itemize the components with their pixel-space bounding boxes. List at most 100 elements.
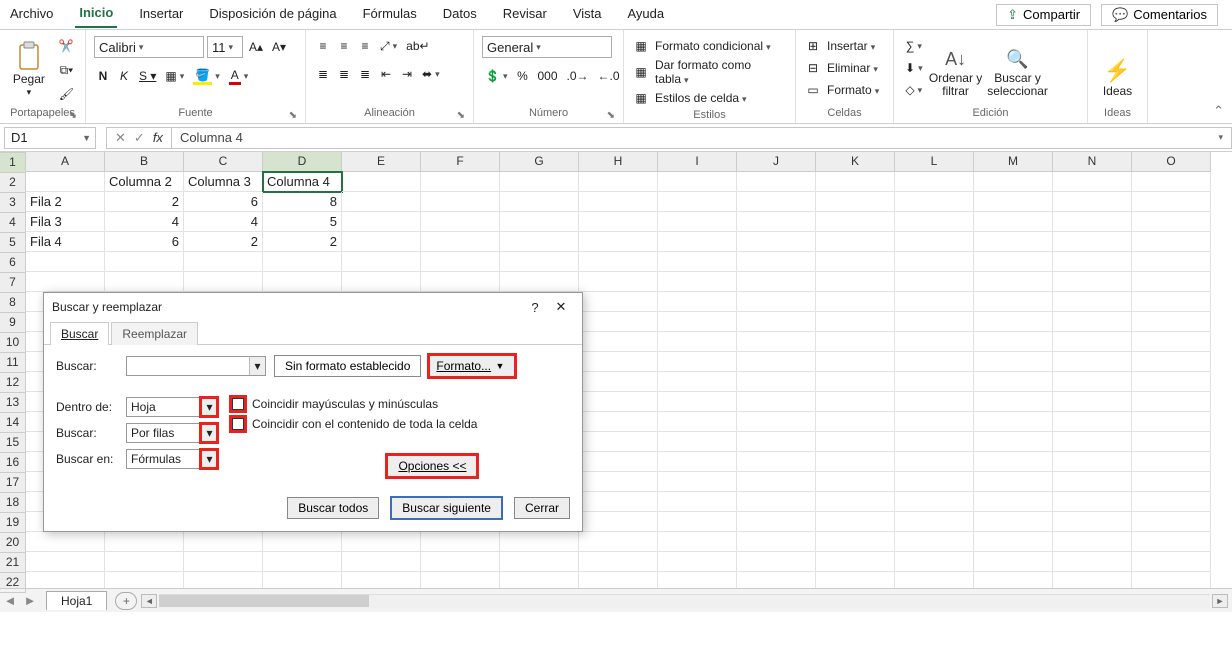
cell-I15[interactable] (658, 452, 737, 472)
cell-M6[interactable] (974, 272, 1053, 292)
cell-L14[interactable] (895, 432, 974, 452)
comments-button[interactable]: 💬 Comentarios (1101, 4, 1218, 26)
cell-G21[interactable] (500, 572, 579, 588)
collapse-ribbon-button[interactable]: ⌃ (1213, 103, 1224, 119)
cell-H11[interactable] (579, 372, 658, 392)
row-header-16[interactable]: 16 (0, 453, 26, 473)
col-header-B[interactable]: B (105, 152, 184, 172)
cell-L8[interactable] (895, 312, 974, 332)
cell-H14[interactable] (579, 432, 658, 452)
cell-K7[interactable] (816, 292, 895, 312)
cell-N7[interactable] (1053, 292, 1132, 312)
bold-button[interactable]: N (94, 66, 112, 86)
cell-O2[interactable] (1132, 192, 1211, 212)
cell-O9[interactable] (1132, 332, 1211, 352)
cell-M20[interactable] (974, 552, 1053, 572)
cell-N11[interactable] (1053, 372, 1132, 392)
cell-E20[interactable] (342, 552, 421, 572)
cell-A20[interactable] (26, 552, 105, 572)
tab-formulas[interactable]: Fórmulas (359, 2, 421, 27)
cell-K2[interactable] (816, 192, 895, 212)
cell-I11[interactable] (658, 372, 737, 392)
fill-color-button[interactable]: 🪣 (190, 66, 222, 86)
horizontal-scrollbar[interactable]: ◄ ► (137, 594, 1232, 608)
cell-K16[interactable] (816, 472, 895, 492)
cell-L2[interactable] (895, 192, 974, 212)
fill-button[interactable]: ⬇ (902, 58, 926, 78)
cell-G20[interactable] (500, 552, 579, 572)
cell-C19[interactable] (184, 532, 263, 552)
cell-F4[interactable] (421, 232, 500, 252)
cell-L1[interactable] (895, 172, 974, 192)
cell-A6[interactable] (26, 272, 105, 292)
cell-I19[interactable] (658, 532, 737, 552)
cell-B4[interactable]: 6 (105, 232, 184, 252)
row-header-3[interactable]: 3 (0, 193, 26, 213)
cell-C20[interactable] (184, 552, 263, 572)
cell-K13[interactable] (816, 412, 895, 432)
cell-O10[interactable] (1132, 352, 1211, 372)
cell-M18[interactable] (974, 512, 1053, 532)
cell-I12[interactable] (658, 392, 737, 412)
cell-E19[interactable] (342, 532, 421, 552)
cell-H21[interactable] (579, 572, 658, 588)
find-select-button[interactable]: 🔍 Buscar y seleccionar (986, 34, 1050, 98)
italic-button[interactable]: K (115, 66, 133, 86)
cell-M8[interactable] (974, 312, 1053, 332)
cell-K11[interactable] (816, 372, 895, 392)
percent-button[interactable]: % (513, 66, 531, 86)
cell-N5[interactable] (1053, 252, 1132, 272)
searchby-select[interactable]: Por filas ▾ (126, 423, 218, 443)
cell-H10[interactable] (579, 352, 658, 372)
cell-G5[interactable] (500, 252, 579, 272)
cell-E5[interactable] (342, 252, 421, 272)
clear-button[interactable]: ◇ (902, 80, 926, 100)
cell-K9[interactable] (816, 332, 895, 352)
cell-M3[interactable] (974, 212, 1053, 232)
cell-M4[interactable] (974, 232, 1053, 252)
col-header-N[interactable]: N (1053, 152, 1132, 172)
cell-H17[interactable] (579, 492, 658, 512)
cell-M19[interactable] (974, 532, 1053, 552)
cell-J9[interactable] (737, 332, 816, 352)
cell-O11[interactable] (1132, 372, 1211, 392)
sheet-tab-1[interactable]: Hoja1 (46, 591, 107, 610)
font-launcher[interactable]: ⬊ (289, 110, 297, 121)
scroll-left-button[interactable]: ◄ (141, 594, 157, 608)
lookin-dropdown-icon[interactable]: ▾ (201, 450, 217, 468)
cell-G2[interactable] (500, 192, 579, 212)
cell-L10[interactable] (895, 352, 974, 372)
tab-layout[interactable]: Disposición de página (205, 2, 340, 27)
ideas-button[interactable]: ⚡ Ideas (1096, 34, 1139, 98)
cell-F21[interactable] (421, 572, 500, 588)
cell-J20[interactable] (737, 552, 816, 572)
cell-G1[interactable] (500, 172, 579, 192)
cell-D6[interactable] (263, 272, 342, 292)
cell-N10[interactable] (1053, 352, 1132, 372)
cell-H8[interactable] (579, 312, 658, 332)
tab-data[interactable]: Datos (439, 2, 481, 27)
sheet-nav-next[interactable]: ► (20, 593, 40, 608)
cell-B3[interactable]: 4 (105, 212, 184, 232)
col-header-C[interactable]: C (184, 152, 263, 172)
cell-H13[interactable] (579, 412, 658, 432)
cell-J12[interactable] (737, 392, 816, 412)
autosum-button[interactable]: ∑ (902, 36, 926, 56)
cell-B2[interactable]: 2 (105, 192, 184, 212)
format-painter-button[interactable]: 🖌 (56, 84, 77, 104)
options-button[interactable]: Opciones << (387, 455, 477, 477)
tab-help[interactable]: Ayuda (624, 2, 669, 27)
find-input[interactable]: ▾ (126, 356, 266, 376)
col-header-M[interactable]: M (974, 152, 1053, 172)
name-box[interactable]: D1 ▼ (4, 127, 96, 149)
lookin-select[interactable]: Fórmulas ▾ (126, 449, 218, 469)
cell-B1[interactable]: Columna 2 (105, 172, 184, 192)
cell-N18[interactable] (1053, 512, 1132, 532)
cell-L20[interactable] (895, 552, 974, 572)
cell-N8[interactable] (1053, 312, 1132, 332)
cell-E4[interactable] (342, 232, 421, 252)
cell-G6[interactable] (500, 272, 579, 292)
row-header-2[interactable]: 2 (0, 173, 26, 193)
cell-D20[interactable] (263, 552, 342, 572)
font-color-button[interactable]: A (226, 66, 252, 86)
